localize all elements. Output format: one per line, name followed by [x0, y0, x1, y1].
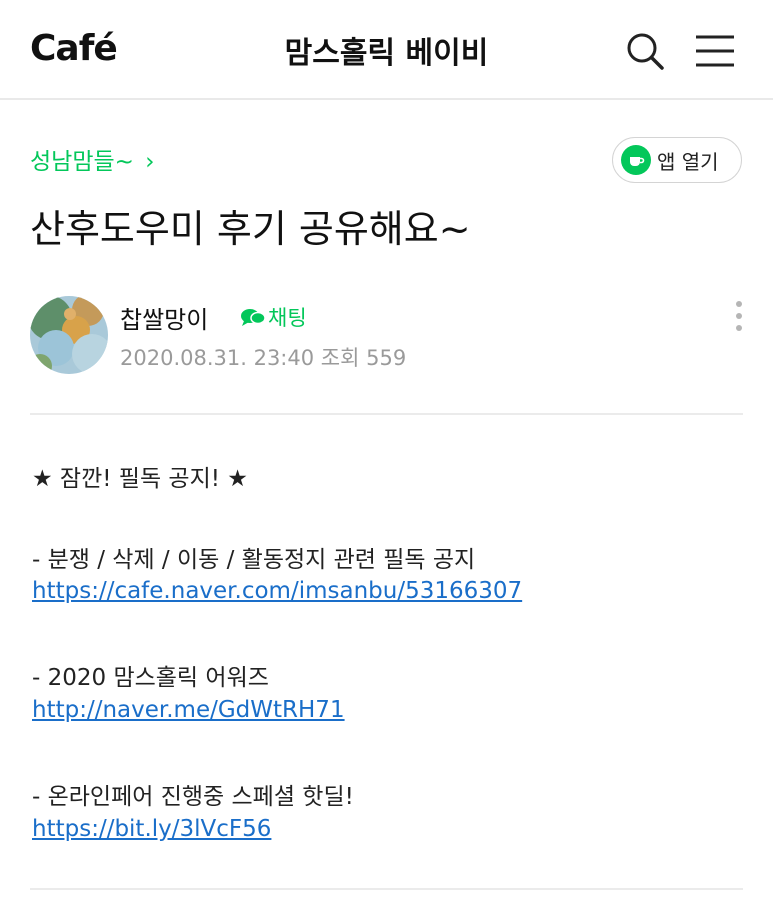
- search-button[interactable]: [622, 28, 668, 74]
- top-bar: Café 맘스홀릭 베이비: [0, 0, 773, 100]
- author-name[interactable]: 찹쌀망이: [120, 300, 208, 335]
- chevron-right-icon: ›: [145, 149, 155, 175]
- app-open-label: 앱 열기: [657, 149, 719, 174]
- search-icon: [627, 33, 664, 70]
- more-vertical-icon: [736, 301, 742, 331]
- app-open-button[interactable]: 앱 열기: [612, 137, 742, 183]
- board-link[interactable]: 성남맘들~ ›: [30, 142, 154, 176]
- avatar[interactable]: [30, 296, 108, 374]
- post-meta: 2020.08.31. 23:40 조회 559: [120, 346, 407, 370]
- hamburger-menu-icon: [696, 35, 734, 67]
- notice-link-1[interactable]: https://cafe.naver.com/imsanbu/53166307: [32, 578, 522, 604]
- chat-button[interactable]: 채팅: [240, 302, 307, 332]
- chat-bubble-icon: [241, 309, 266, 326]
- more-options-button[interactable]: [728, 298, 750, 338]
- cafe-app-icon: [621, 145, 651, 175]
- notice-item-1: - 분쟁 / 삭제 / 이동 / 활동정지 관련 필독 공지: [32, 547, 476, 573]
- menu-button[interactable]: [692, 28, 738, 74]
- board-label: 성남맘들~: [30, 149, 134, 175]
- post-title: 산후도우미 후기 공유해요~: [30, 207, 471, 251]
- notice-link-3[interactable]: https://bit.ly/3lVcF56: [32, 816, 271, 842]
- notice-link-2[interactable]: http://naver.me/GdWtRH71: [32, 697, 345, 723]
- notice-heading: ★ 잠깐! 필독 공지! ★: [32, 466, 248, 492]
- notice-item-3: - 온라인페어 진행중 스페셜 핫딜!: [32, 784, 354, 810]
- notice-item-2: - 2020 맘스홀릭 어워즈: [32, 665, 269, 691]
- header-divider: [30, 413, 743, 415]
- body-divider: [30, 888, 743, 890]
- chat-label: 채팅: [268, 306, 307, 330]
